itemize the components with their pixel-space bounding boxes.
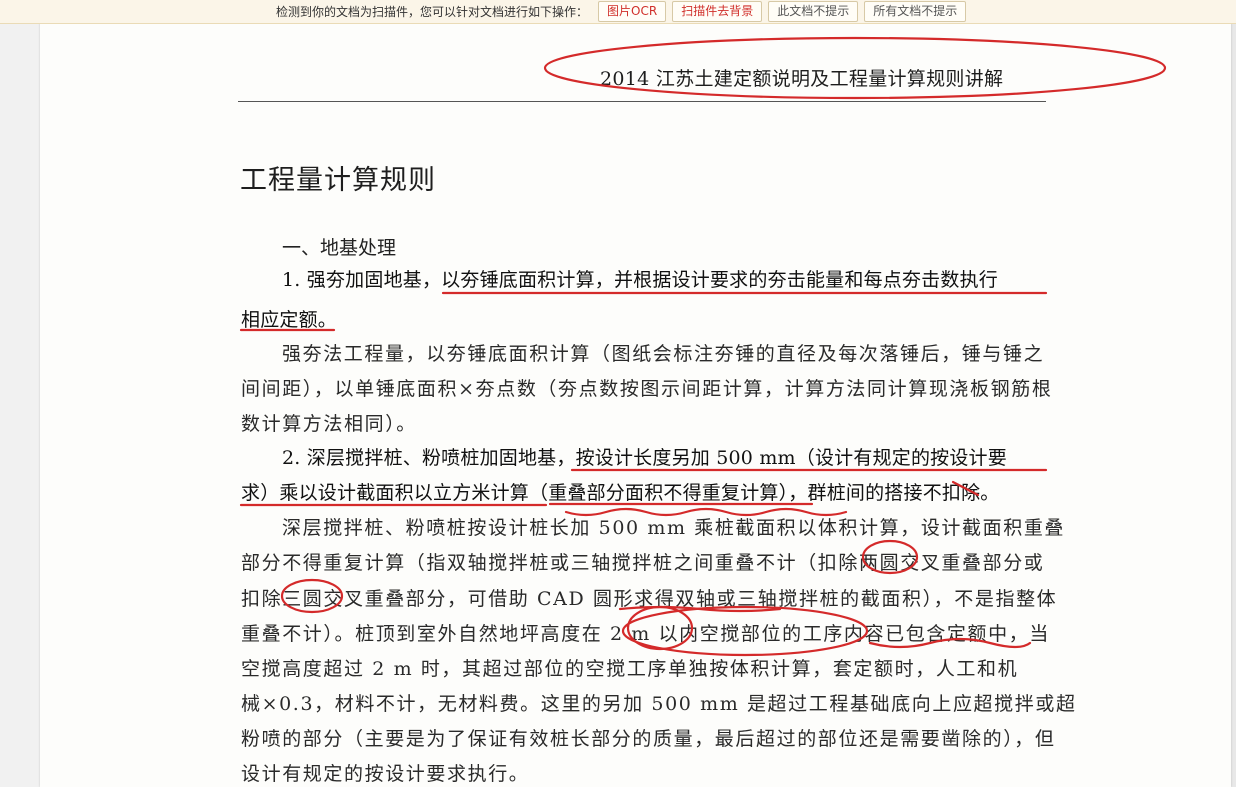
text-line: 2. 深层搅拌桩、粉喷桩加固地基，按设计长度另加 500 mm（设计有规定的按设… — [282, 447, 1007, 469]
subsection-heading: 一、地基处理 — [282, 237, 397, 259]
text-line: 间间距），以单锤底面积×夯点数（夯点数按图示间距计算，计算方法同计算现浇板钢筋根 — [241, 378, 1053, 400]
text-line: 相应定额。 — [241, 309, 338, 331]
text-line: 1. 强夯加固地基，以夯锤底面积计算，并根据设计要求的夯击能量和每点夯击数执行 — [282, 269, 998, 291]
running-header: 2014 江苏土建定额说明及工程量计算规则讲解 — [600, 68, 1004, 90]
remove-background-button[interactable]: 扫描件去背景 — [672, 1, 763, 22]
header-divider — [238, 101, 1046, 102]
text-line: 深层搅拌桩、粉喷桩按设计桩长加 500 mm 乘桩截面积以体积计算，设计截面积重… — [282, 517, 1066, 539]
text-line: 扣除三圆交叉重叠部分，可借助 CAD 圆形求得双轴或三轴搅拌桩的截面积），不是指… — [241, 588, 1058, 610]
dont-remind-all-docs-button[interactable]: 所有文档不提示 — [864, 1, 967, 22]
text-line: 械×0.3，材料不计，无材料费。这里的另加 500 mm 是超过工程基础底向上应… — [241, 693, 1077, 715]
text-line: 数计算方法相同）。 — [241, 413, 417, 435]
text-line: 粉喷的部分（主要是为了保证有效桩长部分的质量，最后超过的部位还是需要凿除的），但 — [241, 728, 1056, 750]
section-title: 工程量计算规则 — [240, 165, 436, 196]
scan-notice-message: 检测到你的文档为扫描件，您可以针对文档进行如下操作： — [276, 5, 589, 19]
text-line: 空搅高度超过 2 m 时，其超过部位的空搅工序单独按体积计算，套定额时，人工和机 — [241, 658, 1019, 680]
image-ocr-button[interactable]: 图片OCR — [598, 1, 667, 22]
text-line: 部分不得重复计算（指双轴搅拌桩或三轴搅拌桩之间重叠不计（扣除两圆交叉重叠部分或 — [241, 552, 1045, 574]
vertical-scrollbar[interactable] — [1231, 23, 1236, 787]
text-line: 设计有规定的按设计要求执行。 — [241, 763, 530, 785]
text-line: 强夯法工程量，以夯锤底面积计算（图纸会标注夯锤的直径及每次落锤后，锤与锤之 — [282, 343, 1045, 365]
text-line: 重叠不计）。桩顶到室外自然地坪高度在 2 m 以内空搅部位的工序内容已包含定额中… — [241, 623, 1050, 645]
scan-notice-bar: 检测到你的文档为扫描件，您可以针对文档进行如下操作： 图片OCR 扫描件去背景 … — [0, 0, 1236, 24]
scan-notice-content: 检测到你的文档为扫描件，您可以针对文档进行如下操作： 图片OCR 扫描件去背景 … — [276, 0, 967, 23]
left-gutter — [0, 23, 40, 787]
text-line: 求）乘以设计截面积以立方米计算（重叠部分面积不得重复计算），群桩间的搭接不扣除。 — [241, 482, 1000, 504]
dont-remind-this-doc-button[interactable]: 此文档不提示 — [768, 1, 859, 22]
